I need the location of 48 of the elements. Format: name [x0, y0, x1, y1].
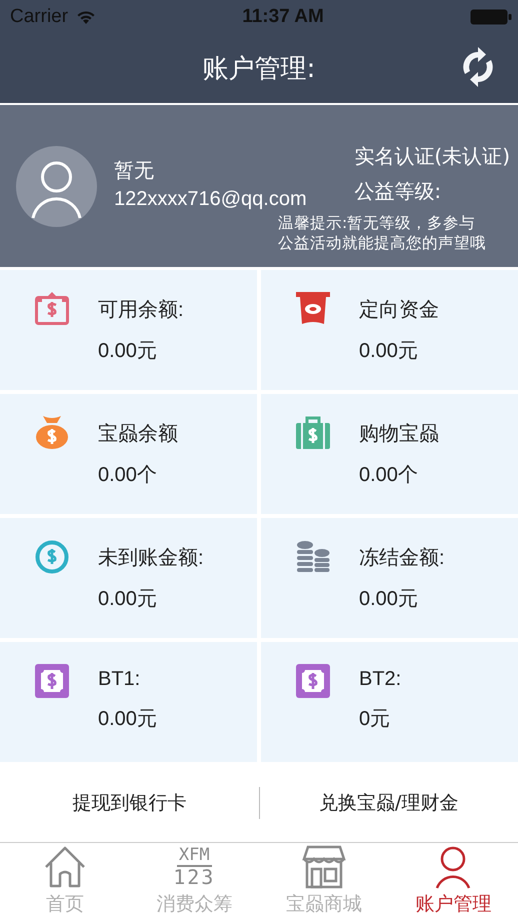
account-value: 0.00元: [98, 339, 158, 364]
wifi-icon: [76, 10, 96, 24]
account-card[interactable]: BT2: 0元: [261, 642, 518, 762]
account-card[interactable]: 购物宝赑 0.00个: [261, 394, 518, 514]
status-time: 11:37 AM: [242, 6, 324, 28]
avatar-icon: [16, 146, 97, 227]
account-label: 购物宝赑: [359, 422, 439, 447]
home-icon: [42, 845, 87, 889]
money-bag-icon: [35, 416, 69, 450]
user-name: 暂无: [114, 159, 155, 184]
cash-dispenser-icon: [296, 292, 330, 326]
account-label: BT1:: [98, 668, 142, 691]
dollar-coin-icon: [35, 540, 69, 574]
account-value: 0.00元: [359, 587, 419, 612]
dollar-clipboard-icon: [35, 292, 69, 326]
account-label: 定向资金: [359, 298, 439, 323]
account-label: BT2:: [359, 668, 402, 691]
tip-text: 温馨提示:暂无等级，多参与 公益活动就能提高您的声望哦: [278, 213, 487, 253]
banknote-icon: [35, 664, 69, 698]
account-value: 0元: [359, 707, 392, 732]
verification-status[interactable]: 实名认证(未认证): [354, 143, 510, 170]
account-value: 0.00个: [98, 463, 158, 488]
account-label: 未到账金额:: [98, 546, 204, 571]
account-card[interactable]: 冻结金额: 0.00元: [261, 518, 518, 638]
tab-item[interactable]: 账户管理: [388, 843, 518, 920]
account-card[interactable]: 未到账金额: 0.00元: [0, 518, 257, 638]
account-value: 0.00元: [98, 707, 157, 732]
account-label: 可用余额:: [98, 298, 184, 323]
account-card[interactable]: 定向资金 0.00元: [261, 270, 518, 390]
account-value: 0.00元: [359, 339, 419, 364]
coin-stacks-icon: [296, 540, 330, 574]
charity-level: 公益等级:: [354, 178, 442, 205]
page-title: 账户管理:: [202, 53, 316, 86]
action-button[interactable]: 兑换宝赑/理财金: [260, 782, 518, 824]
dollar-bag-icon: [296, 416, 330, 450]
carrier-name: Carrier: [10, 6, 68, 28]
action-button[interactable]: 提现到银行卡: [0, 782, 258, 824]
storefront-icon: [302, 845, 346, 889]
account-value: 0.00个: [359, 463, 419, 488]
account-label: 冻结金额:: [359, 546, 445, 571]
banknote-icon: [296, 664, 330, 698]
account-card[interactable]: 宝赑余额 0.00个: [0, 394, 257, 514]
user-email: 122xxxx716@qq.com: [114, 188, 307, 211]
account-label: 宝赑余额: [98, 422, 178, 447]
account-card[interactable]: BT1: 0.00元: [0, 642, 257, 762]
account-card[interactable]: 可用余额: 0.00元: [0, 270, 257, 390]
account-value: 0.00元: [98, 587, 158, 612]
battery-icon: [470, 9, 512, 25]
